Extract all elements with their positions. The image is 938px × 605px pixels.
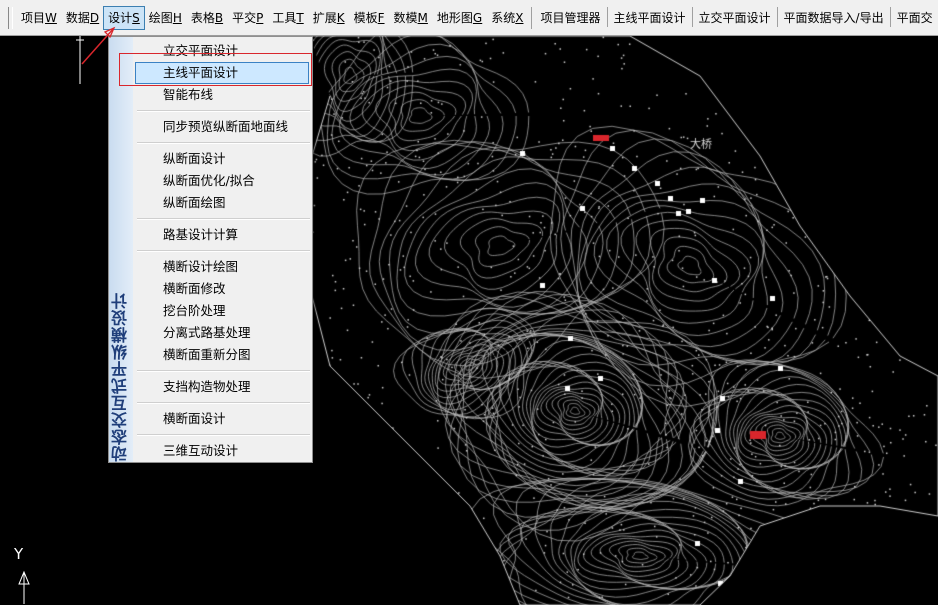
toolbar-button[interactable]: 主线平面设计 — [609, 7, 691, 29]
menu-h[interactable]: 绘图H — [145, 7, 186, 29]
menu-item[interactable]: 支挡构造物处理 — [133, 376, 312, 398]
menu-k[interactable]: 扩展K — [309, 7, 349, 29]
menu-p[interactable]: 平交P — [228, 7, 267, 29]
menu-separator — [137, 142, 310, 144]
menu-separator — [137, 402, 310, 404]
menu-item[interactable]: 横断面设计 — [133, 408, 312, 430]
menu-separator — [137, 110, 310, 112]
menu-sidebar-title: 动态交互式平纵横设计 — [111, 292, 130, 462]
menu-g[interactable]: 地形图G — [433, 7, 486, 29]
menu-item[interactable]: 同步预览纵断面地面线 — [133, 116, 312, 138]
toolbar-button[interactable]: 平面数据导入/导出 — [779, 7, 889, 29]
toolbar-separator — [691, 6, 693, 27]
toolbar-separator — [889, 6, 891, 27]
menu-item[interactable]: 横断面修改 — [133, 278, 312, 300]
menu-sidebar-banner: 动态交互式平纵横设计 — [109, 37, 133, 462]
toolbar-separator — [606, 6, 608, 27]
menu-item[interactable]: 分离式路基处理 — [133, 322, 312, 344]
menu-item[interactable]: 路基设计计算 — [133, 224, 312, 246]
design-menu-dropdown: 动态交互式平纵横设计 立交平面设计 主线平面设计 智能布线 同步预览纵断面地面线 纵断面… — [108, 36, 313, 463]
menu-item[interactable]: 智能布线 — [133, 84, 312, 106]
annotation-arrow-icon — [81, 26, 116, 65]
menu-f[interactable]: 模板F — [350, 7, 389, 29]
toolbar-separator — [531, 6, 533, 29]
menu-separator — [137, 218, 310, 220]
ucs-axis-icon — [18, 570, 30, 604]
menu-item[interactable]: 纵断面绘图 — [133, 192, 312, 214]
drawing-edge-ticks — [76, 36, 84, 84]
menu-w[interactable]: 项目W — [17, 7, 61, 29]
toolbar-grip[interactable] — [8, 6, 13, 29]
menu-item[interactable]: 横断面重新分图 — [133, 344, 312, 366]
menu-item[interactable]: 三维互动设计 — [133, 440, 312, 462]
menu-b[interactable]: 表格B — [187, 7, 227, 29]
menu-separator — [137, 434, 310, 436]
toolbar-button[interactable]: 项目管理器 — [535, 7, 605, 29]
ucs-y-label: Y — [14, 545, 24, 563]
menu-item[interactable]: 横断设计绘图 — [133, 256, 312, 278]
toolbar-button[interactable]: 立交平面设计 — [694, 7, 776, 29]
menu-item[interactable]: 纵断面优化/拟合 — [133, 170, 312, 192]
menu-t[interactable]: 工具T — [268, 7, 307, 29]
menu-m[interactable]: 数模M — [390, 7, 432, 29]
menu-item[interactable]: 挖台阶处理 — [133, 300, 312, 322]
toolbar-separator — [776, 6, 778, 27]
menu-item[interactable]: 纵断面设计 — [133, 148, 312, 170]
menu-separator — [137, 370, 310, 372]
toolbar-button[interactable]: 平面交 — [892, 7, 938, 29]
menu-separator — [137, 250, 310, 252]
menu-x[interactable]: 系统X — [487, 7, 527, 29]
